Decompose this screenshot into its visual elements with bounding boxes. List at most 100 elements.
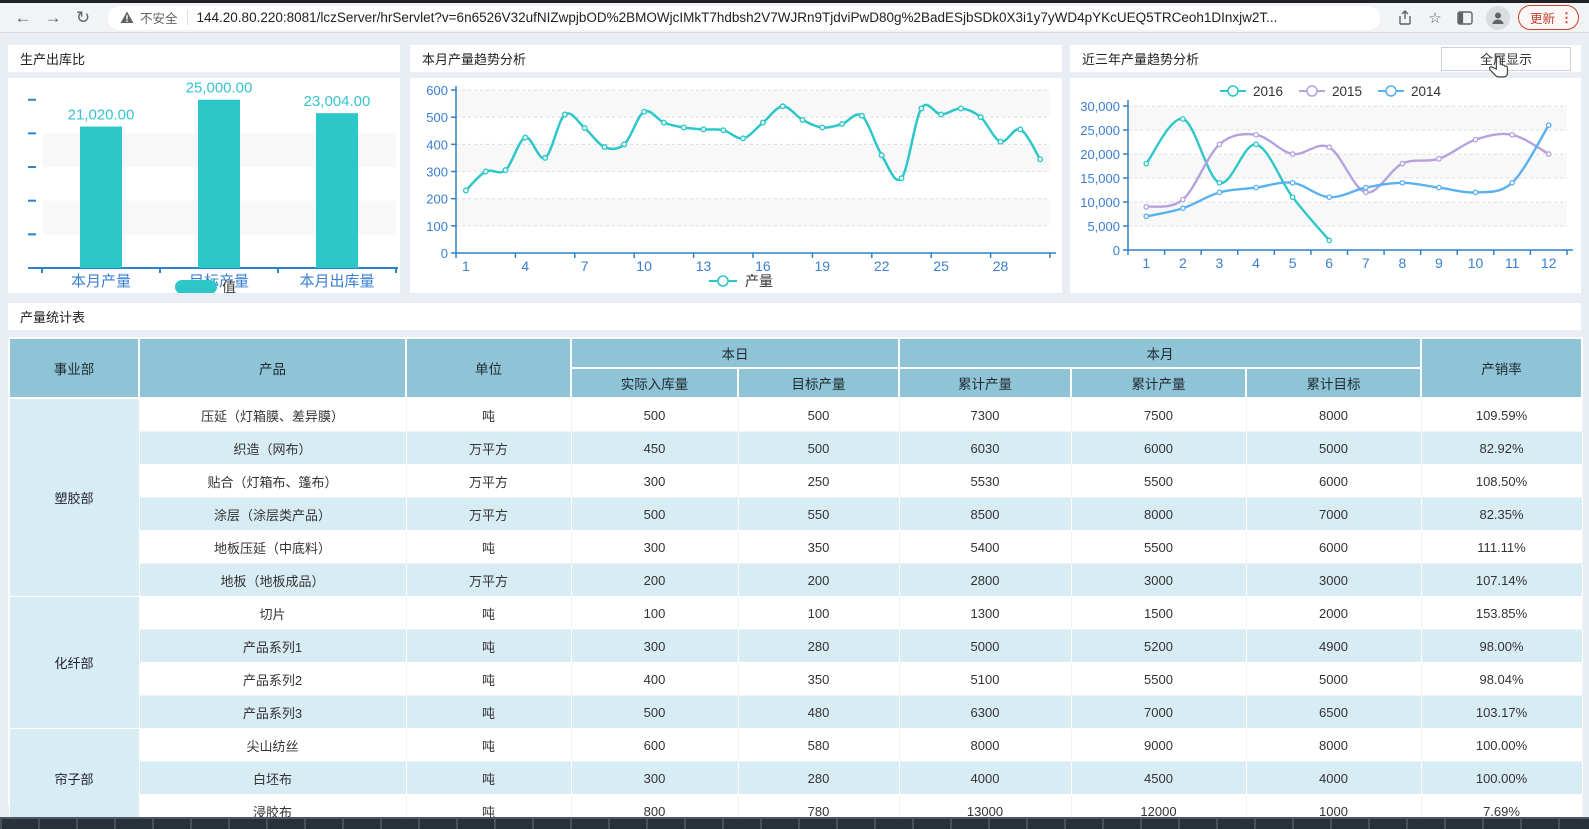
table-cell: 350 bbox=[738, 531, 899, 564]
back-icon[interactable]: ← bbox=[10, 6, 36, 30]
table-row: 地板（地板成品）万平方200200280030003000107.14% bbox=[9, 564, 1582, 597]
table-cell: 300 bbox=[571, 630, 738, 663]
table-cell: 200 bbox=[571, 564, 738, 597]
split-area-band bbox=[1128, 154, 1567, 178]
bar bbox=[316, 113, 358, 268]
data-point bbox=[1290, 181, 1294, 185]
table-cell: 5400 bbox=[899, 531, 1071, 564]
table-cell: 450 bbox=[571, 432, 738, 465]
col-header-ratio: 产销率 bbox=[1421, 338, 1582, 398]
reload-icon[interactable]: ↻ bbox=[70, 6, 96, 30]
table-cell: 万平方 bbox=[406, 564, 571, 597]
table-cell: 吨 bbox=[406, 531, 571, 564]
table-cell: 1300 bbox=[899, 597, 1071, 630]
fullscreen-button[interactable]: 全屏显示 bbox=[1441, 47, 1571, 71]
table-cell: 万平方 bbox=[406, 465, 571, 498]
data-point bbox=[503, 168, 508, 173]
url-divider bbox=[187, 10, 188, 25]
col-header-division: 事业部 bbox=[9, 338, 139, 398]
sub-header-today: 实际入库量 bbox=[571, 368, 738, 398]
division-cell: 帘子部 bbox=[9, 729, 139, 828]
data-point bbox=[523, 135, 528, 140]
data-point bbox=[1254, 142, 1258, 146]
table-cell: 4000 bbox=[1246, 762, 1421, 795]
month-trend-panel: 010020030040050060014710131619222528产量 bbox=[410, 78, 1062, 293]
table-title: 产量统计表 bbox=[20, 307, 85, 326]
y-axis-label: 30,000 bbox=[1080, 99, 1120, 114]
update-button[interactable]: 更新 ⋮ bbox=[1518, 5, 1579, 30]
share-icon[interactable] bbox=[1392, 10, 1418, 26]
x-axis-label: 28 bbox=[993, 258, 1009, 274]
update-label: 更新 bbox=[1530, 8, 1555, 27]
table-cell: 吨 bbox=[406, 762, 571, 795]
address-bar[interactable]: 不安全 144.20.80.220:8081/lczServer/hrServl… bbox=[108, 6, 1380, 30]
data-point bbox=[1437, 185, 1441, 189]
table-cell: 280 bbox=[738, 762, 899, 795]
data-point bbox=[1400, 181, 1404, 185]
table-cell: 7000 bbox=[1071, 696, 1246, 729]
table-row: 产品系列1吨30028050005200490098.00% bbox=[9, 630, 1582, 663]
month-trend-title: 本月产量趋势分析 bbox=[422, 49, 526, 68]
three-year-panel: 05,00010,00015,00020,00025,00030,0001234… bbox=[1070, 78, 1581, 293]
data-point bbox=[1364, 190, 1368, 194]
data-point bbox=[1327, 145, 1331, 149]
table-cell: 4500 bbox=[1071, 762, 1246, 795]
table-cell: 280 bbox=[738, 630, 899, 663]
table-cell: 8500 bbox=[899, 498, 1071, 531]
table-cell: 产品系列1 bbox=[139, 630, 406, 663]
table-cell: 6500 bbox=[1246, 696, 1421, 729]
y-axis-label: 600 bbox=[426, 83, 448, 98]
data-point bbox=[721, 128, 726, 133]
data-point bbox=[642, 109, 647, 114]
table-row: 贴合（灯箱布、篷布）万平方300250553055006000108.50% bbox=[9, 465, 1582, 498]
group-header-month: 本月 bbox=[899, 338, 1421, 368]
data-point bbox=[1510, 133, 1514, 137]
screen: ← → ↻ 不安全 144.20.80.220:8081/lczServer/h… bbox=[0, 0, 1589, 829]
data-point bbox=[978, 115, 983, 120]
data-point bbox=[1547, 152, 1551, 156]
data-point bbox=[1327, 195, 1331, 199]
table-cell: 100.00% bbox=[1421, 762, 1582, 795]
table-cell: 500 bbox=[571, 696, 738, 729]
x-axis-label: 9 bbox=[1435, 255, 1443, 271]
table-cell: 250 bbox=[738, 465, 899, 498]
data-point bbox=[662, 120, 667, 125]
y-axis-label: 25,000 bbox=[1080, 123, 1120, 138]
data-point bbox=[919, 106, 924, 111]
table-cell: 产品系列3 bbox=[139, 696, 406, 729]
table-row: 产品系列3吨500480630070006500103.17% bbox=[9, 696, 1582, 729]
url-text[interactable]: 144.20.80.220:8081/lczServer/hrServlet?v… bbox=[197, 10, 1368, 25]
forward-icon[interactable]: → bbox=[40, 6, 66, 30]
data-point bbox=[959, 106, 964, 111]
data-point bbox=[1217, 142, 1221, 146]
y-axis-label: 5,000 bbox=[1087, 219, 1120, 234]
data-point bbox=[582, 126, 587, 131]
x-axis-label: 7 bbox=[1362, 255, 1370, 271]
table-cell: 6000 bbox=[1246, 531, 1421, 564]
data-point bbox=[741, 136, 746, 141]
table-cell: 织造（网布） bbox=[139, 432, 406, 465]
security-warning-icon[interactable] bbox=[120, 11, 134, 24]
bookmark-star-icon[interactable]: ☆ bbox=[1422, 9, 1448, 27]
side-panel-icon[interactable] bbox=[1452, 11, 1478, 25]
x-axis-label: 4 bbox=[1252, 255, 1260, 271]
legend-marker-circle bbox=[1307, 86, 1317, 96]
table-cell: 6000 bbox=[1071, 432, 1246, 465]
table-cell: 500 bbox=[738, 432, 899, 465]
profile-avatar-icon[interactable] bbox=[1486, 6, 1510, 30]
x-axis-label: 25 bbox=[933, 258, 949, 274]
cropped-bottom-bar bbox=[0, 817, 1589, 829]
table-cell: 400 bbox=[571, 663, 738, 696]
x-axis-label: 13 bbox=[696, 258, 712, 274]
table-cell: 涂层（涂层类产品） bbox=[139, 498, 406, 531]
data-point bbox=[998, 139, 1003, 144]
y-axis-label: 0 bbox=[441, 246, 448, 261]
bar-category-label: 本月产量 bbox=[71, 273, 131, 290]
table-cell: 6000 bbox=[1246, 465, 1421, 498]
table-cell: 贴合（灯箱布、篷布） bbox=[139, 465, 406, 498]
table-cell: 8000 bbox=[1246, 398, 1421, 432]
table-row: 帘子部尖山纺丝吨600580800090008000100.00% bbox=[9, 729, 1582, 762]
browser-menu-dots-icon[interactable]: ⋮ bbox=[1560, 10, 1573, 26]
table-cell: 8000 bbox=[1071, 498, 1246, 531]
sub-header-month: 累计目标 bbox=[1246, 368, 1421, 398]
